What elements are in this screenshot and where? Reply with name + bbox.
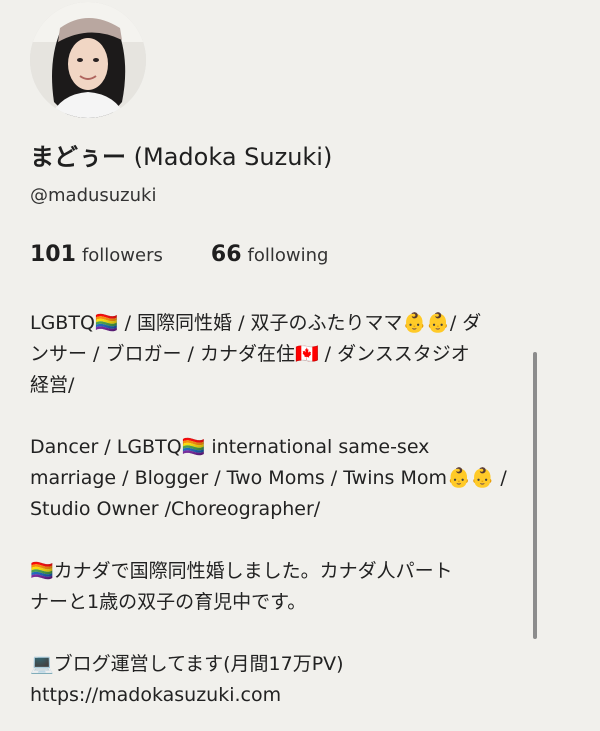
bio: LGBTQ🏳️‍🌈 / 国際同性婚 / 双子のふたりママ👶👶/ ダ ンサー / … <box>30 308 570 711</box>
username-handle: @madusuzuki <box>30 185 157 206</box>
following-count: 66 <box>210 242 242 267</box>
profile-card: まどぅー (Madoka Suzuki) @madusuzuki 101 fol… <box>30 0 570 731</box>
avatar-photo-icon <box>30 2 146 118</box>
display-name: まどぅー (Madoka Suzuki) <box>30 140 332 174</box>
bio-line: ンサー / ブロガー / カナダ在住🇨🇦 / ダンススタジオ <box>30 343 470 365</box>
blog-link[interactable]: https://madokasuzuki.com <box>30 684 281 706</box>
bio-paragraph-blog: 💻ブログ運営してます(月間17万PV) https://madokasuzuki… <box>30 649 570 711</box>
display-name-en: (Madoka Suzuki) <box>133 143 333 171</box>
bio-paragraph-en: Dancer / LGBTQ🏳️‍🌈 international same-se… <box>30 432 570 525</box>
scrollbar[interactable] <box>533 352 537 639</box>
following-label: following <box>247 245 329 266</box>
bio-line: 🏳️‍🌈カナダで国際同性婚しました。カナダ人パート <box>30 560 453 582</box>
bio-line: ナーと1歳の双子の育児中です。 <box>30 591 307 613</box>
follow-stats: 101 followers 66 following <box>30 240 328 271</box>
bio-line: 💻ブログ運営してます(月間17万PV) <box>30 653 344 675</box>
display-name-jp: まどぅー <box>30 143 126 171</box>
bio-paragraph-jp: LGBTQ🏳️‍🌈 / 国際同性婚 / 双子のふたりママ👶👶/ ダ ンサー / … <box>30 308 570 401</box>
bio-line: Studio Owner /Choreographer/ <box>30 498 321 520</box>
followers-count: 101 <box>30 242 76 267</box>
bio-paragraph-family: 🏳️‍🌈カナダで国際同性婚しました。カナダ人パート ナーと1歳の双子の育児中です… <box>30 556 570 618</box>
bio-line: 経営/ <box>30 374 75 396</box>
avatar[interactable] <box>30 2 146 118</box>
following-link[interactable]: 66 following <box>211 240 329 271</box>
bio-line: marriage / Blogger / Two Moms / Twins Mo… <box>30 467 507 489</box>
bio-line: Dancer / LGBTQ🏳️‍🌈 international same-se… <box>30 436 430 458</box>
followers-link[interactable]: 101 followers <box>30 240 163 271</box>
followers-label: followers <box>81 245 163 266</box>
bio-line: LGBTQ🏳️‍🌈 / 国際同性婚 / 双子のふたりママ👶👶/ ダ <box>30 312 482 334</box>
